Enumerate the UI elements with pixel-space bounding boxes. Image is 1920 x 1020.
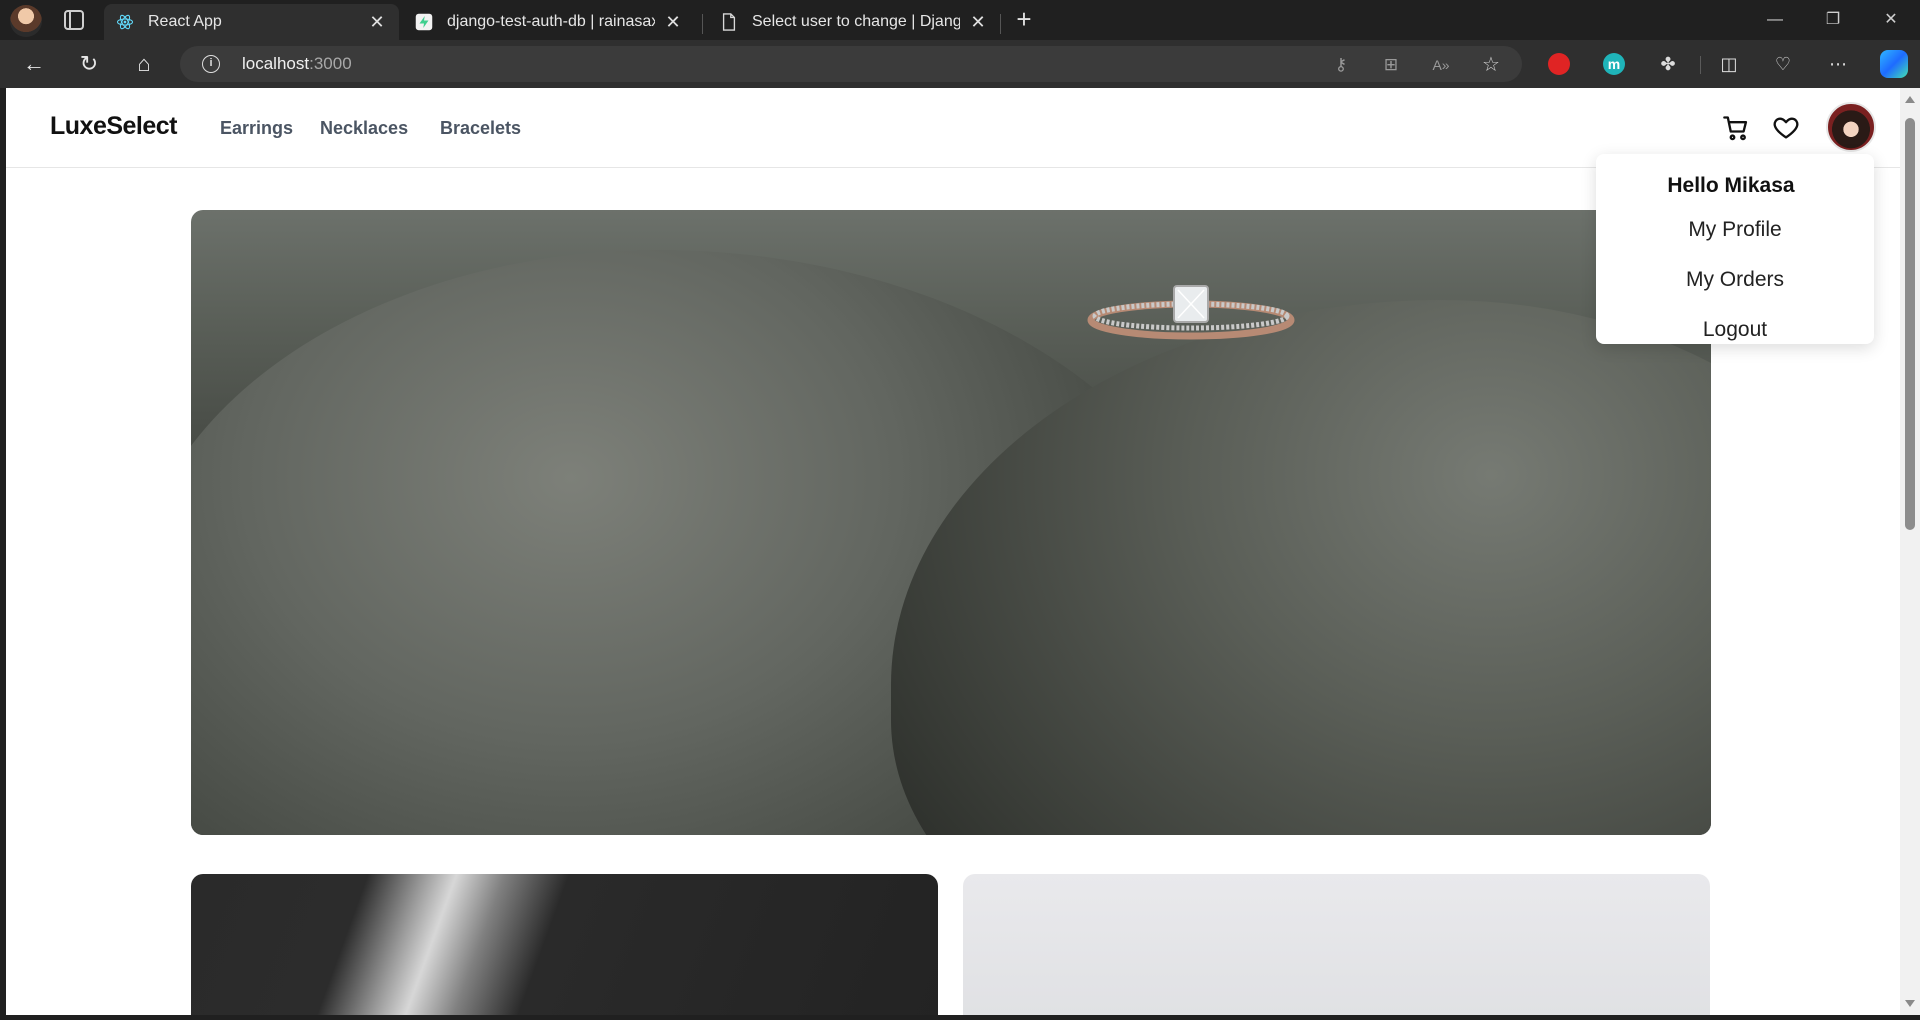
extension-m-icon[interactable]: m bbox=[1603, 53, 1625, 75]
user-dropdown-menu: Hello Mikasa My Profile My Orders Logout bbox=[1596, 154, 1874, 344]
ring-image bbox=[1087, 285, 1295, 340]
react-icon bbox=[116, 13, 134, 31]
category-card-image[interactable] bbox=[191, 874, 938, 1015]
copilot-icon[interactable] bbox=[1880, 50, 1908, 78]
app-available-icon[interactable]: ⊞ bbox=[1380, 54, 1402, 76]
new-tab-icon[interactable]: + bbox=[1010, 6, 1038, 34]
close-tab-icon[interactable]: ✕ bbox=[663, 12, 683, 32]
cart-icon[interactable] bbox=[1722, 114, 1750, 142]
browser-essentials-icon[interactable]: ♡ bbox=[1770, 51, 1796, 77]
browser-tab-bar: React App ✕ django-test-auth-db | rainas… bbox=[0, 0, 1920, 40]
tab-title: Select user to change | Django site admi… bbox=[752, 13, 960, 30]
category-card-image[interactable] bbox=[963, 874, 1710, 1015]
close-tab-icon[interactable]: ✕ bbox=[367, 12, 387, 32]
tab-title: React App bbox=[148, 13, 222, 30]
read-aloud-icon[interactable]: A» bbox=[1430, 54, 1452, 76]
tab-supabase[interactable]: django-test-auth-db | rainasaxena ✕ bbox=[403, 4, 695, 40]
menu-item-my-orders[interactable]: My Orders bbox=[1596, 268, 1874, 292]
more-options-icon[interactable]: ⋯ bbox=[1825, 51, 1851, 77]
nav-link-necklaces[interactable]: Necklaces bbox=[320, 118, 408, 139]
favorite-star-icon[interactable]: ☆ bbox=[1480, 54, 1502, 76]
nav-link-bracelets[interactable]: Bracelets bbox=[440, 118, 521, 139]
address-url[interactable]: localhost:3000 bbox=[242, 54, 352, 74]
tab-react-app[interactable]: React App ✕ bbox=[104, 4, 399, 40]
menu-item-my-profile[interactable]: My Profile bbox=[1596, 218, 1874, 242]
hero-banner-image bbox=[191, 210, 1711, 835]
page-scrollbar[interactable] bbox=[1900, 88, 1920, 1015]
user-greeting: Hello Mikasa bbox=[1667, 174, 1795, 197]
page-icon bbox=[720, 13, 738, 31]
scroll-up-icon[interactable] bbox=[1905, 96, 1915, 103]
tab-separator bbox=[1000, 14, 1001, 34]
extensions-puzzle-icon[interactable]: ✤ bbox=[1655, 51, 1681, 77]
close-window-icon[interactable]: ✕ bbox=[1868, 6, 1914, 34]
supabase-icon bbox=[415, 13, 433, 31]
tab-django-admin[interactable]: Select user to change | Django site admi… bbox=[708, 4, 1000, 40]
tab-separator bbox=[702, 14, 703, 34]
close-tab-icon[interactable]: ✕ bbox=[968, 12, 988, 32]
password-key-icon[interactable]: ⚷ bbox=[1330, 54, 1352, 76]
toolbar-divider bbox=[1700, 56, 1701, 74]
brand-logo[interactable]: LuxeSelect bbox=[50, 112, 178, 141]
tab-actions-icon[interactable] bbox=[64, 10, 84, 30]
browser-toolbar: ← ↻ ⌂ i localhost:3000 ⚷ ⊞ A» ☆ m ✤ ◫ ♡ … bbox=[0, 40, 1920, 88]
site-info-icon[interactable]: i bbox=[202, 55, 220, 73]
nav-link-earrings[interactable]: Earrings bbox=[220, 118, 293, 139]
back-icon[interactable]: ← bbox=[20, 50, 48, 78]
extension-adblock-icon[interactable] bbox=[1548, 53, 1570, 75]
split-screen-icon[interactable]: ◫ bbox=[1716, 51, 1742, 77]
window-bottom-edge bbox=[0, 1015, 1920, 1020]
address-bar[interactable]: i localhost:3000 ⚷ ⊞ A» ☆ bbox=[180, 46, 1522, 82]
restore-window-icon[interactable]: ❐ bbox=[1810, 6, 1856, 34]
browser-profile-avatar[interactable] bbox=[10, 5, 42, 37]
minimize-window-icon[interactable]: — bbox=[1752, 6, 1798, 34]
wishlist-heart-icon[interactable] bbox=[1772, 114, 1800, 142]
menu-item-logout[interactable]: Logout bbox=[1596, 318, 1874, 342]
home-icon[interactable]: ⌂ bbox=[130, 50, 158, 78]
page-viewport: LuxeSelect Earrings Necklaces Bracelets … bbox=[6, 88, 1900, 1015]
scroll-down-icon[interactable] bbox=[1905, 1000, 1915, 1007]
scrollbar-thumb[interactable] bbox=[1905, 118, 1915, 530]
user-avatar[interactable] bbox=[1826, 102, 1876, 152]
refresh-icon[interactable]: ↻ bbox=[75, 50, 103, 78]
tab-title: django-test-auth-db | rainasaxena bbox=[447, 13, 655, 30]
